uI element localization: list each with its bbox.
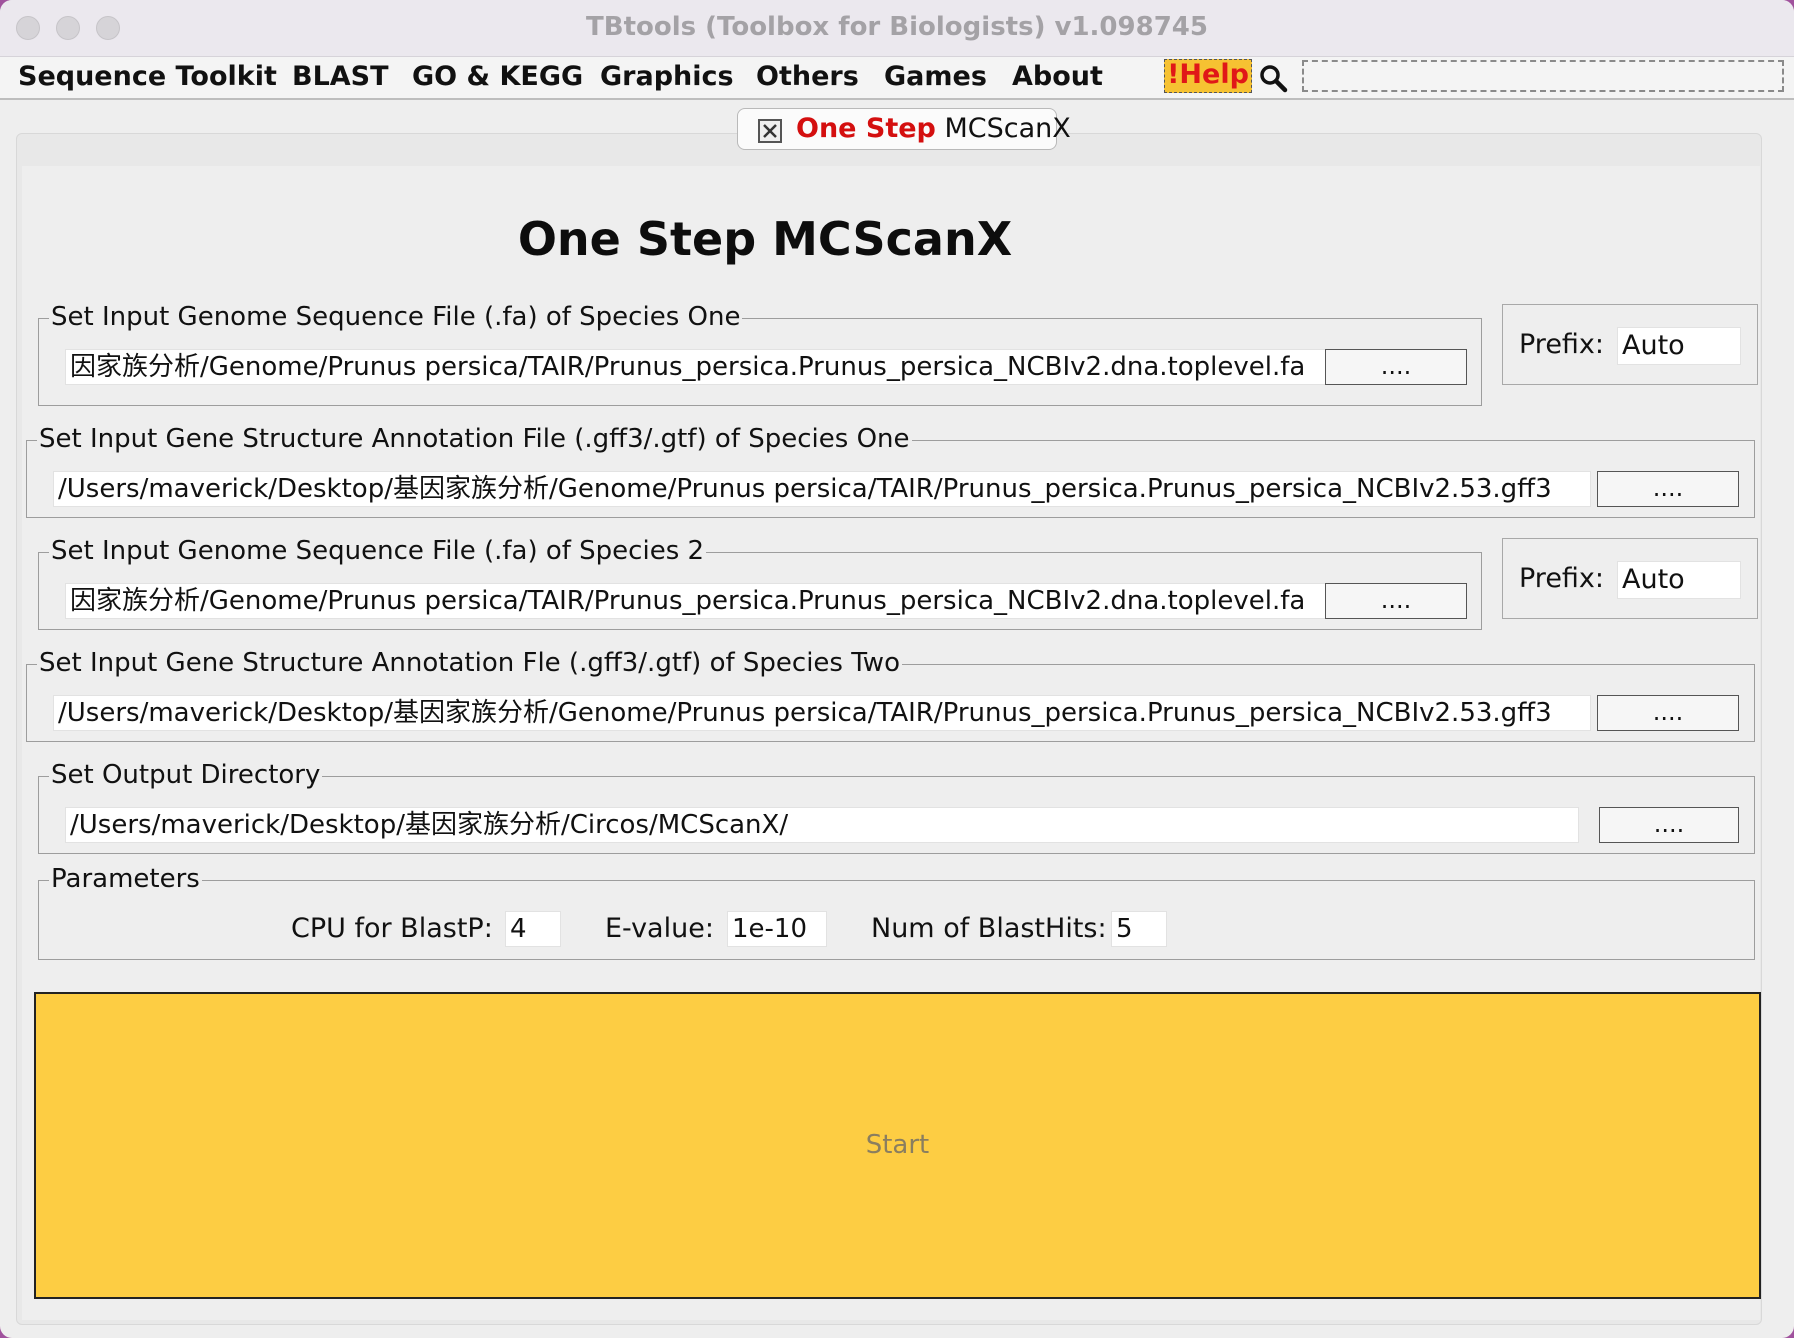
species2-genome-group: Set Input Genome Sequence File (.fa) of …	[38, 536, 1482, 630]
output-directory-label: Set Output Directory	[49, 760, 323, 790]
menu-bar: Sequence Toolkit BLAST GO & KEGG Graphic…	[0, 57, 1794, 100]
species2-annotation-label: Set Input Gene Structure Annotation Fle …	[37, 648, 902, 678]
parameters-group: Parameters CPU for BlastP: 4 E-value: 1e…	[38, 864, 1755, 960]
species2-genome-label: Set Input Genome Sequence File (.fa) of …	[49, 536, 707, 566]
menu-games[interactable]: Games	[884, 61, 987, 92]
page-title: One Step MCScanX	[517, 212, 1013, 266]
species1-genome-input[interactable]: 因家族分析/Genome/Prunus persica/TAIR/Prunus_…	[65, 349, 1331, 385]
species2-genome-browse-button[interactable]: ....	[1325, 583, 1467, 619]
window-title: TBtools (Toolbox for Biologists) v1.0987…	[586, 12, 1208, 42]
evalue-label: E-value:	[605, 913, 714, 944]
output-directory-input[interactable]: /Users/maverick/Desktop/基因家族分析/Circos/MC…	[65, 807, 1579, 843]
output-directory-group: Set Output Directory /Users/maverick/Des…	[38, 760, 1755, 854]
blasthits-input[interactable]: 5	[1111, 911, 1167, 947]
menu-graphics[interactable]: Graphics	[600, 61, 734, 92]
species1-annotation-label: Set Input Gene Structure Annotation File…	[37, 424, 912, 454]
menu-about[interactable]: About	[1012, 61, 1103, 92]
species1-annotation-browse-button[interactable]: ....	[1597, 471, 1739, 507]
species1-genome-group: Set Input Genome Sequence File (.fa) of …	[38, 302, 1482, 406]
menu-others[interactable]: Others	[756, 61, 859, 92]
species1-prefix-label: Prefix:	[1519, 329, 1605, 360]
start-label: Start	[865, 1130, 930, 1160]
menu-go-kegg[interactable]: GO & KEGG	[412, 61, 583, 92]
species2-genome-input[interactable]: 因家族分析/Genome/Prunus persica/TAIR/Prunus_…	[65, 583, 1331, 619]
title-bar: TBtools (Toolbox for Biologists) v1.0987…	[0, 0, 1794, 57]
evalue-input[interactable]: 1e-10	[727, 911, 827, 947]
species2-prefix-label: Prefix:	[1519, 563, 1605, 594]
tab-label: One Step MCScanX	[796, 113, 1071, 144]
parameters-label: Parameters	[49, 864, 202, 894]
species1-prefix-group: Prefix: Auto	[1502, 304, 1758, 385]
tab-one-step-mcscanx[interactable]: One Step MCScanX	[737, 108, 1071, 150]
search-icon[interactable]	[1258, 63, 1288, 93]
close-tab-icon[interactable]	[758, 119, 782, 143]
blasthits-label: Num of BlastHits:	[871, 913, 1107, 944]
species2-annotation-group: Set Input Gene Structure Annotation Fle …	[26, 648, 1755, 742]
species1-genome-label: Set Input Genome Sequence File (.fa) of …	[49, 302, 743, 332]
species1-annotation-input[interactable]: /Users/maverick/Desktop/基因家族分析/Genome/Pr…	[53, 471, 1591, 507]
species2-annotation-input[interactable]: /Users/maverick/Desktop/基因家族分析/Genome/Pr…	[53, 695, 1591, 731]
help-button[interactable]: !Help	[1164, 59, 1252, 93]
search-input[interactable]	[1302, 60, 1784, 92]
menu-sequence-toolkit[interactable]: Sequence Toolkit	[18, 61, 277, 92]
menu-blast[interactable]: BLAST	[292, 61, 389, 92]
species2-prefix-group: Prefix: Auto	[1502, 538, 1758, 619]
species2-prefix-input[interactable]: Auto	[1617, 561, 1741, 599]
species2-annotation-browse-button[interactable]: ....	[1597, 695, 1739, 731]
species1-prefix-input[interactable]: Auto	[1617, 327, 1741, 365]
app-window: TBtools (Toolbox for Biologists) v1.0987…	[0, 0, 1794, 1338]
output-directory-browse-button[interactable]: ....	[1599, 807, 1739, 843]
cpu-input[interactable]: 4	[505, 911, 561, 947]
cpu-label: CPU for BlastP:	[291, 913, 493, 944]
species1-annotation-group: Set Input Gene Structure Annotation File…	[26, 424, 1755, 518]
start-button[interactable]: Start	[34, 992, 1761, 1299]
species1-genome-browse-button[interactable]: ....	[1325, 349, 1467, 385]
